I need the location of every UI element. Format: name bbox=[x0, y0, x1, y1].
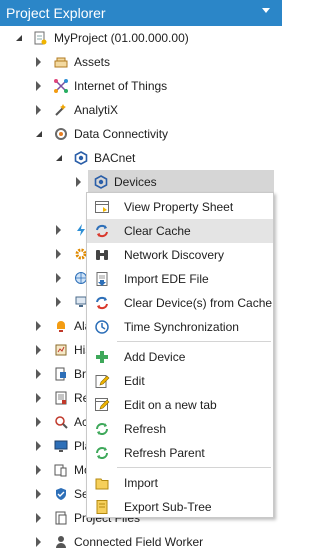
menu-item-label: Import EDE File bbox=[124, 272, 209, 286]
tree-item-connected-field-worker[interactable]: Connected Field Worker bbox=[0, 530, 282, 554]
tree-item-label: MyProject (01.00.000.00) bbox=[54, 31, 189, 45]
bacnet-icon bbox=[74, 151, 88, 165]
menu-item-label: Edit bbox=[124, 374, 145, 388]
menu-separator bbox=[117, 467, 271, 468]
tree-item-data-connectivity[interactable]: Data Connectivity bbox=[0, 122, 282, 146]
menu-item-import-ede-file[interactable]: Import EDE File bbox=[87, 267, 273, 291]
menu-item-label: Refresh Parent bbox=[124, 446, 205, 460]
expand-arrow-icon[interactable] bbox=[36, 393, 41, 403]
historian-icon bbox=[54, 343, 68, 357]
menu-item-label: View Property Sheet bbox=[124, 200, 234, 214]
field-worker-icon bbox=[54, 535, 68, 549]
menu-item-time-synchronization[interactable]: Time Synchronization bbox=[87, 315, 273, 339]
collapse-arrow-icon[interactable] bbox=[56, 155, 62, 161]
expand-arrow-icon[interactable] bbox=[56, 273, 61, 283]
expand-arrow-icon[interactable] bbox=[36, 81, 41, 91]
assets-icon bbox=[54, 55, 68, 69]
menu-item-export-sub-tree[interactable]: Export Sub-Tree bbox=[87, 495, 273, 519]
expand-arrow-icon[interactable] bbox=[36, 369, 41, 379]
tree-item-label: Data Connectivity bbox=[74, 127, 169, 141]
tree-item-bacnet[interactable]: BACnet bbox=[0, 146, 282, 170]
shield-icon bbox=[54, 487, 68, 501]
collapse-arrow-icon[interactable] bbox=[36, 131, 42, 137]
expand-arrow-icon[interactable] bbox=[36, 489, 41, 499]
data-connectivity-icon bbox=[54, 127, 68, 141]
context-menu: View Property Sheet Clear Cache Network … bbox=[86, 192, 274, 518]
bacnet-devices-icon bbox=[94, 175, 108, 189]
menu-item-label: Time Synchronization bbox=[124, 320, 239, 334]
refresh-icon bbox=[94, 421, 110, 437]
iot-icon bbox=[54, 79, 68, 93]
menu-item-label: Clear Device(s) from Cache bbox=[124, 296, 273, 310]
tree-item-label: Connected Field Worker bbox=[74, 535, 204, 549]
edit-new-tab-icon bbox=[94, 397, 110, 413]
monitor-icon bbox=[54, 439, 68, 453]
tree-item-label: BACnet bbox=[94, 151, 136, 165]
expand-arrow-icon[interactable] bbox=[76, 177, 81, 187]
menu-item-label: Network Discovery bbox=[124, 248, 225, 262]
collapse-arrow-icon[interactable] bbox=[16, 35, 22, 41]
menu-item-refresh[interactable]: Refresh bbox=[87, 417, 273, 441]
mobile-icon bbox=[54, 463, 68, 477]
menu-item-label: Refresh bbox=[124, 422, 167, 436]
analytix-icon bbox=[54, 103, 68, 117]
expand-arrow-icon[interactable] bbox=[36, 345, 41, 355]
alarm-icon bbox=[54, 319, 68, 333]
import-icon bbox=[94, 475, 110, 491]
clear-cache-icon bbox=[94, 223, 110, 239]
expand-arrow-icon[interactable] bbox=[36, 321, 41, 331]
expand-arrow-icon[interactable] bbox=[36, 465, 41, 475]
expand-arrow-icon[interactable] bbox=[36, 57, 41, 67]
menu-item-label: Add Device bbox=[124, 350, 186, 364]
menu-item-import[interactable]: Import bbox=[87, 471, 273, 495]
menu-item-add-device[interactable]: Add Device bbox=[87, 345, 273, 369]
menu-item-clear-cache[interactable]: Clear Cache bbox=[87, 219, 273, 243]
tree-item-myproject[interactable]: MyProject (01.00.000.00) bbox=[0, 26, 282, 50]
tree-item-analytix[interactable]: AnalytiX bbox=[0, 98, 282, 122]
edit-icon bbox=[94, 373, 110, 389]
menu-item-edit[interactable]: Edit bbox=[87, 369, 273, 393]
property-sheet-icon bbox=[94, 199, 110, 215]
clock-icon bbox=[94, 319, 110, 335]
expand-arrow-icon[interactable] bbox=[56, 297, 61, 307]
tree-item-assets[interactable]: Assets bbox=[0, 50, 282, 74]
menu-item-edit-on-new-tab[interactable]: Edit on a new tab bbox=[87, 393, 273, 417]
expand-arrow-icon[interactable] bbox=[56, 225, 61, 235]
panel-title-bar: Project Explorer bbox=[0, 0, 282, 26]
expand-arrow-icon[interactable] bbox=[36, 441, 41, 451]
menu-item-label: Import bbox=[124, 476, 159, 490]
menu-item-label: Export Sub-Tree bbox=[124, 500, 212, 514]
import-file-icon bbox=[94, 271, 110, 287]
expand-arrow-icon[interactable] bbox=[36, 417, 41, 427]
tree-item-label: Internet of Things bbox=[74, 79, 168, 93]
tree-item-internet-of-things[interactable]: Internet of Things bbox=[0, 74, 282, 98]
menu-item-clear-devices-from-cache[interactable]: Clear Device(s) from Cache bbox=[87, 291, 273, 315]
export-icon bbox=[94, 499, 110, 515]
bridging-icon bbox=[54, 367, 68, 381]
expand-arrow-icon[interactable] bbox=[36, 513, 41, 523]
expand-arrow-icon[interactable] bbox=[36, 537, 41, 547]
menu-item-refresh-parent[interactable]: Refresh Parent bbox=[87, 441, 273, 465]
tree-item-label: AnalytiX bbox=[74, 103, 119, 117]
menu-separator bbox=[117, 341, 271, 342]
refresh-parent-icon bbox=[94, 445, 110, 461]
tree-item-label: Devices bbox=[114, 175, 157, 189]
project-files-icon bbox=[54, 511, 68, 525]
menu-item-view-property-sheet[interactable]: View Property Sheet bbox=[87, 195, 273, 219]
project-icon bbox=[33, 31, 47, 45]
tree-item-label: Assets bbox=[74, 55, 111, 69]
clear-devices-icon bbox=[94, 295, 110, 311]
expand-arrow-icon[interactable] bbox=[56, 249, 61, 259]
access-icon bbox=[54, 415, 68, 429]
tree-item-devices[interactable]: Devices bbox=[88, 170, 274, 194]
menu-item-network-discovery[interactable]: Network Discovery bbox=[87, 243, 273, 267]
reports-icon bbox=[54, 391, 68, 405]
panel-menu-dropdown-icon[interactable] bbox=[262, 8, 270, 13]
add-icon bbox=[94, 349, 110, 365]
binoculars-icon bbox=[94, 247, 110, 263]
menu-item-label: Clear Cache bbox=[124, 224, 191, 238]
panel-title: Project Explorer bbox=[6, 5, 106, 21]
menu-item-label: Edit on a new tab bbox=[124, 398, 217, 412]
expand-arrow-icon[interactable] bbox=[36, 105, 41, 115]
